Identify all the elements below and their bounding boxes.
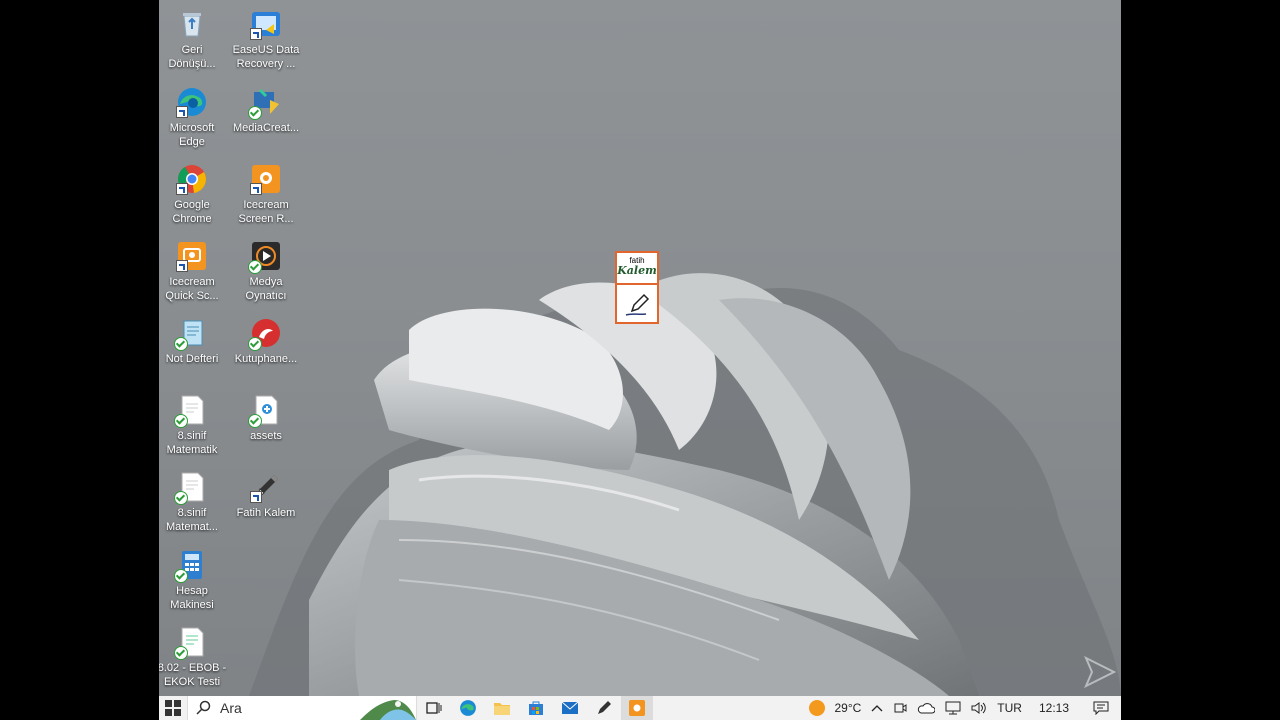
- desktop-icon-chrome[interactable]: Google Chrome: [159, 157, 227, 226]
- desktop-icon-edge[interactable]: Microsoft Edge: [159, 80, 227, 149]
- clock-time: 12:13: [1038, 701, 1069, 715]
- icon-label: EaseUS Data Recovery ...: [232, 44, 300, 70]
- pen-icon: [617, 285, 657, 322]
- icon-label: 8.02 - EBOB - EKOK Testi: [159, 662, 227, 688]
- chrome-icon: [176, 163, 208, 195]
- cloud-icon: [918, 703, 936, 714]
- language-label: TUR: [997, 701, 1022, 715]
- desktop-icon-8sinif-matematik-2[interactable]: 8.sinif Matemat...: [159, 465, 227, 534]
- taskbar-mail[interactable]: [553, 696, 587, 720]
- windows-logo-icon: [165, 700, 181, 716]
- fatih-kalem-widget[interactable]: fatih Kalem: [615, 251, 659, 324]
- start-button[interactable]: [159, 696, 187, 720]
- recycle-bin-icon: [176, 8, 208, 40]
- media-player-icon: [248, 240, 282, 274]
- document-icon: [174, 394, 208, 428]
- pen-icon: [598, 701, 611, 714]
- camera-icon: [894, 703, 907, 713]
- search-placeholder: Ara: [220, 700, 242, 716]
- document-icon: [174, 626, 208, 660]
- network-icon: [945, 701, 961, 715]
- edge-icon: [460, 700, 476, 716]
- document-icon: [174, 471, 208, 505]
- action-center-button[interactable]: [1081, 701, 1121, 715]
- library-icon: [248, 317, 282, 351]
- calculator-icon: [174, 549, 208, 583]
- taskbar-store[interactable]: [519, 696, 553, 720]
- pen-icon: [250, 471, 282, 503]
- easeus-icon: [250, 8, 282, 40]
- icon-label: MediaCreat...: [232, 122, 300, 134]
- weather-temperature: 29°C: [834, 701, 862, 715]
- desktop-icon-recycle-bin[interactable]: Geri Dönüşü...: [159, 2, 227, 71]
- icecream-quick-icon: [176, 240, 208, 272]
- icecream-screen-icon: [629, 700, 645, 716]
- onedrive-button[interactable]: [912, 702, 940, 714]
- icon-label: Hesap Makinesi: [170, 585, 214, 611]
- show-hidden-icons-button[interactable]: [866, 703, 888, 713]
- store-icon: [529, 701, 543, 715]
- notepad-icon: [174, 317, 208, 351]
- meet-now-button[interactable]: [888, 701, 912, 715]
- icon-label: Google Chrome: [172, 199, 212, 225]
- search-icon: [196, 700, 211, 715]
- desktop-icon-notepad[interactable]: Not Defteri: [159, 311, 227, 366]
- icon-label: Geri Dönüşü...: [168, 44, 216, 70]
- taskbar-icecream[interactable]: [621, 696, 653, 720]
- assets-icon: [248, 394, 282, 428]
- taskbar-file-explorer[interactable]: [485, 696, 519, 720]
- desktop-screen: Geri Dönüşü... Microsoft Edge Google Chr…: [159, 0, 1121, 720]
- network-button[interactable]: [940, 701, 966, 715]
- icon-label: Microsoft Edge: [169, 122, 215, 148]
- desktop-icon-library[interactable]: Kutuphane...: [231, 311, 301, 366]
- task-view-button[interactable]: [417, 696, 451, 720]
- mail-icon: [561, 701, 579, 714]
- icecream-screen-icon: [250, 163, 282, 195]
- icon-label: 8.sinif Matemat...: [166, 507, 218, 533]
- icon-label: Icecream Screen R...: [238, 199, 294, 225]
- folder-icon: [494, 703, 510, 715]
- desktop-icon-media-player[interactable]: Medya Oynatıcı: [231, 234, 301, 303]
- play-arrow-icon[interactable]: [1083, 655, 1117, 689]
- chevron-up-icon: [871, 705, 883, 712]
- weather-widget[interactable]: 29°C: [803, 699, 866, 717]
- icon-label: Kutuphane...: [234, 353, 298, 365]
- desktop-icon-ebob-ekok-testi[interactable]: 8.02 - EBOB - EKOK Testi: [159, 620, 227, 689]
- desktop-icon-easeus[interactable]: EaseUS Data Recovery ...: [231, 2, 301, 71]
- icon-label: assets: [250, 430, 282, 442]
- icon-label: Fatih Kalem: [236, 507, 296, 519]
- desktop-icon-icecream-quick[interactable]: Icecream Quick Sc...: [159, 234, 227, 303]
- speaker-icon: [971, 702, 987, 714]
- taskbar-fatih-kalem[interactable]: [587, 696, 621, 720]
- wallpaper-bloom: [249, 273, 1121, 696]
- widget-line2: Kalem: [617, 264, 657, 277]
- notification-icon: [1093, 701, 1109, 715]
- icon-label: Icecream Quick Sc...: [165, 276, 219, 302]
- desktop-icon-calculator[interactable]: Hesap Makinesi: [159, 543, 227, 612]
- icon-label: Not Defteri: [165, 353, 219, 365]
- language-indicator[interactable]: TUR: [992, 701, 1027, 715]
- icon-label: Medya Oynatıcı: [245, 276, 287, 302]
- search-box[interactable]: Ara: [187, 696, 417, 720]
- taskbar: Ara 29°C TUR 12:13: [159, 696, 1121, 720]
- media-creation-icon: [248, 86, 282, 120]
- edge-icon: [176, 86, 208, 118]
- desktop-icon-fatih-kalem[interactable]: Fatih Kalem: [231, 465, 301, 520]
- fatih-kalem-logo: fatih Kalem: [617, 253, 657, 285]
- search-highlight-icon: [360, 700, 416, 720]
- desktop-icon-assets[interactable]: assets: [231, 388, 301, 443]
- volume-button[interactable]: [966, 701, 992, 715]
- sun-icon: [809, 700, 826, 716]
- desktop-icon-icecream-screen[interactable]: Icecream Screen R...: [231, 157, 301, 226]
- clock[interactable]: 12:13: [1027, 701, 1081, 715]
- desktop-icon-8sinif-matematik-1[interactable]: 8.sinif Matematik: [159, 388, 227, 457]
- task-view-icon: [426, 702, 442, 714]
- icon-label: 8.sinif Matematik: [166, 430, 218, 456]
- system-tray: 29°C TUR 12:13: [803, 696, 1121, 720]
- desktop-icon-mediacreation[interactable]: MediaCreat...: [231, 80, 301, 135]
- taskbar-edge[interactable]: [451, 696, 485, 720]
